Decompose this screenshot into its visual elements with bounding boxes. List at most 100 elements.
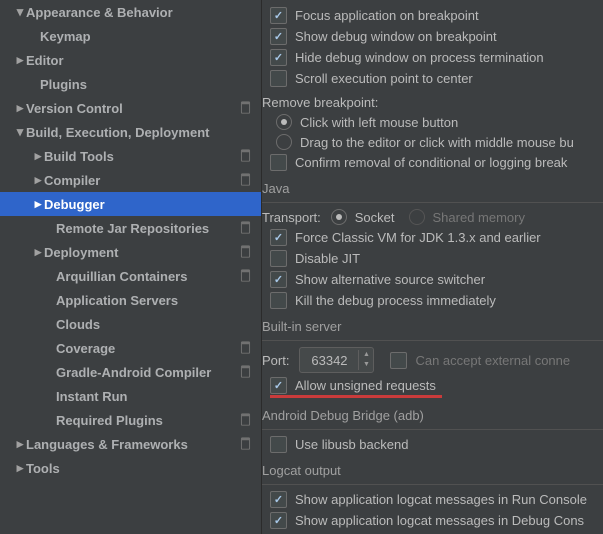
logcat-label-0: Show application logcat messages in Run …	[295, 492, 587, 507]
highlight-underline	[270, 395, 442, 398]
tree-item-label: Required Plugins	[56, 413, 239, 428]
tree-item-clouds[interactable]: Clouds	[0, 312, 261, 336]
tree-item-keymap[interactable]: Keymap	[0, 24, 261, 48]
chevron-icon: ▸	[32, 196, 44, 212]
remove-bp-radio-1[interactable]	[276, 134, 292, 150]
project-badge-icon	[239, 413, 252, 426]
tree-item-required-plugins[interactable]: Required Plugins	[0, 408, 261, 432]
logcat-section-title: Logcat output	[262, 463, 603, 485]
logcat-checkbox-1[interactable]	[270, 512, 287, 529]
top-label-3: Scroll execution point to center	[295, 71, 473, 86]
tree-item-appearance-behavior[interactable]: ▾Appearance & Behavior	[0, 0, 261, 24]
tree-item-coverage[interactable]: Coverage	[0, 336, 261, 360]
project-badge	[239, 221, 253, 235]
port-input[interactable]	[300, 352, 358, 369]
chevron-icon: ▸	[14, 52, 26, 68]
tree-item-arquillian-containers[interactable]: Arquillian Containers	[0, 264, 261, 288]
project-badge	[239, 365, 253, 379]
logcat-checkbox-0[interactable]	[270, 491, 287, 508]
tree-item-compiler[interactable]: ▸Compiler	[0, 168, 261, 192]
project-badge	[239, 245, 253, 259]
project-badge	[239, 269, 253, 283]
tree-item-languages-frameworks[interactable]: ▸Languages & Frameworks	[0, 432, 261, 456]
java-checkbox-3[interactable]	[270, 292, 287, 309]
top-checkbox-3[interactable]	[270, 70, 287, 87]
top-checkbox-2[interactable]	[270, 49, 287, 66]
chevron-icon: ▸	[32, 148, 44, 164]
tree-item-tools[interactable]: ▸Tools	[0, 456, 261, 480]
project-badge-icon	[239, 245, 252, 258]
java-label-1: Disable JIT	[295, 251, 360, 266]
tree-item-label: Appearance & Behavior	[26, 5, 253, 20]
port-up-icon[interactable]: ▲	[359, 350, 373, 360]
java-label-0: Force Classic VM for JDK 1.3.x and earli…	[295, 230, 541, 245]
tree-item-plugins[interactable]: Plugins	[0, 72, 261, 96]
chevron-icon: ▸	[32, 244, 44, 260]
confirm-removal-checkbox[interactable]	[270, 154, 287, 171]
tree-item-label: Application Servers	[56, 293, 253, 308]
settings-content: Focus application on breakpointShow debu…	[262, 0, 603, 534]
project-badge-icon	[239, 269, 252, 282]
tree-item-version-control[interactable]: ▸Version Control	[0, 96, 261, 120]
tree-item-label: Coverage	[56, 341, 239, 356]
project-badge-icon	[239, 365, 252, 378]
project-badge	[239, 341, 253, 355]
project-badge-icon	[239, 101, 252, 114]
tree-item-label: Keymap	[40, 29, 253, 44]
tree-item-build-tools[interactable]: ▸Build Tools	[0, 144, 261, 168]
remove-bp-label-0: Click with left mouse button	[300, 115, 458, 130]
project-badge-icon	[239, 221, 252, 234]
tree-item-debugger[interactable]: ▸Debugger	[0, 192, 261, 216]
tree-item-label: Clouds	[56, 317, 253, 332]
remove-bp-label-1: Drag to the editor or click with middle …	[300, 135, 574, 150]
port-spinner[interactable]: ▲▼	[299, 347, 374, 373]
chevron-icon: ▸	[32, 172, 44, 188]
java-checkbox-2[interactable]	[270, 271, 287, 288]
tree-item-label: Tools	[26, 461, 253, 476]
chevron-icon: ▸	[14, 100, 26, 116]
tree-item-label: Languages & Frameworks	[26, 437, 239, 452]
libusb-checkbox[interactable]	[270, 436, 287, 453]
tree-item-deployment[interactable]: ▸Deployment	[0, 240, 261, 264]
tree-item-remote-jar-repositories[interactable]: Remote Jar Repositories	[0, 216, 261, 240]
transport-shared-label: Shared memory	[433, 210, 525, 225]
top-label-2: Hide debug window on process termination	[295, 50, 544, 65]
confirm-removal-label: Confirm removal of conditional or loggin…	[295, 155, 567, 170]
java-label-2: Show alternative source switcher	[295, 272, 485, 287]
transport-socket-label: Socket	[355, 210, 395, 225]
tree-item-editor[interactable]: ▸Editor	[0, 48, 261, 72]
tree-item-label: Deployment	[44, 245, 239, 260]
top-checkbox-1[interactable]	[270, 28, 287, 45]
allow-unsigned-checkbox[interactable]	[270, 377, 287, 394]
tree-item-label: Remote Jar Repositories	[56, 221, 239, 236]
tree-item-build-execution-deployment[interactable]: ▾Build, Execution, Deployment	[0, 120, 261, 144]
project-badge-icon	[239, 341, 252, 354]
remove-bp-radio-0[interactable]	[276, 114, 292, 130]
tree-item-label: Gradle-Android Compiler	[56, 365, 239, 380]
transport-socket-radio[interactable]	[331, 209, 347, 225]
settings-tree: ▾Appearance & Behavior Keymap ▸Editor Plugi…	[0, 0, 262, 534]
java-checkbox-1[interactable]	[270, 250, 287, 267]
tree-item-label: Build, Execution, Deployment	[26, 125, 253, 140]
tree-item-label: Compiler	[44, 173, 239, 188]
port-down-icon[interactable]: ▼	[359, 360, 373, 370]
top-label-0: Focus application on breakpoint	[295, 8, 479, 23]
top-checkbox-0[interactable]	[270, 7, 287, 24]
transport-shared-radio	[409, 209, 425, 225]
tree-item-gradle-android-compiler[interactable]: Gradle-Android Compiler	[0, 360, 261, 384]
chevron-icon: ▸	[14, 436, 26, 452]
tree-item-label: Plugins	[40, 77, 253, 92]
project-badge	[239, 437, 253, 451]
tree-item-instant-run[interactable]: Instant Run	[0, 384, 261, 408]
project-badge-icon	[239, 149, 252, 162]
project-badge-icon	[239, 173, 252, 186]
can-accept-checkbox[interactable]	[390, 352, 407, 369]
java-section-title: Java	[262, 181, 603, 203]
tree-item-application-servers[interactable]: Application Servers	[0, 288, 261, 312]
java-checkbox-0[interactable]	[270, 229, 287, 246]
port-label: Port:	[262, 353, 289, 368]
logcat-label-1: Show application logcat messages in Debu…	[295, 513, 584, 528]
tree-item-label: Arquillian Containers	[56, 269, 239, 284]
allow-unsigned-label: Allow unsigned requests	[295, 378, 436, 393]
project-badge-icon	[239, 437, 252, 450]
